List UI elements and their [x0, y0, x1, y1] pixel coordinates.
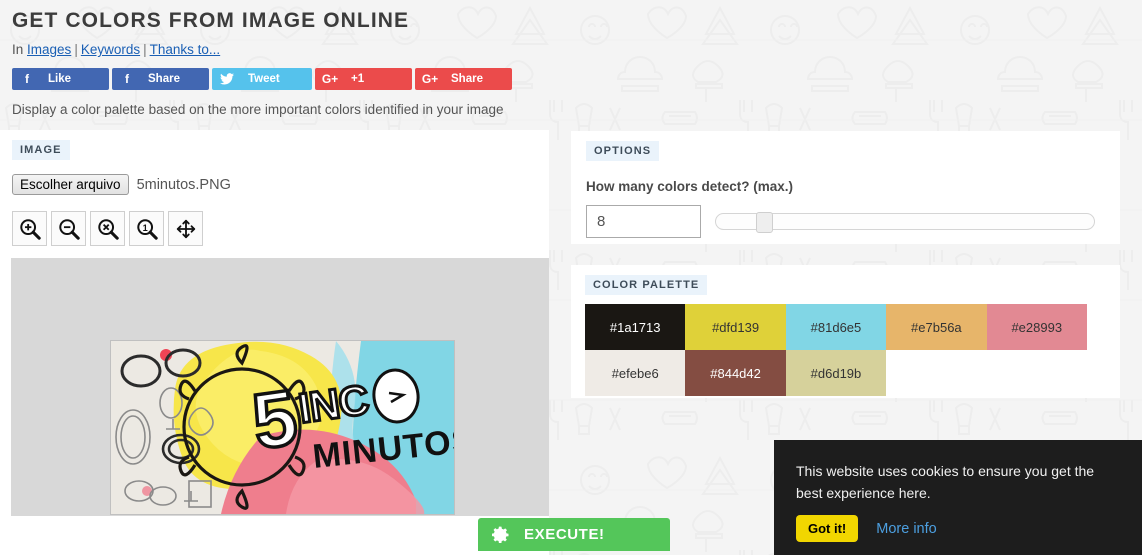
svg-text:1: 1 [142, 222, 147, 232]
google-plus-share-button[interactable]: G+ Share [415, 68, 512, 90]
google-plus-one-label: +1 [351, 73, 365, 85]
social-share-bar: f Like f Share Tweet G+ +1 G+ Share [12, 68, 1130, 90]
options-panel: OPTIONS How many colors detect? (max.) [571, 131, 1120, 244]
breadcrumb-link-images[interactable]: Images [27, 42, 71, 57]
facebook-icon: f [25, 72, 29, 86]
image-preview-canvas[interactable]: 5 INC MINUTOS [11, 258, 549, 516]
image-toolbar: 1 [12, 211, 537, 246]
page-header: GET COLORS FROM IMAGE ONLINE In Images | K… [0, 0, 1142, 117]
breadcrumb-link-keywords[interactable]: Keywords [81, 42, 140, 57]
zoom-actual-size-icon[interactable]: 1 [129, 211, 164, 246]
color-swatch-hex: #d6d19b [810, 365, 862, 381]
color-swatch-hex: #dfd139 [712, 319, 760, 335]
options-panel-badge: OPTIONS [586, 141, 660, 161]
color-swatch-hex: #efebe6 [611, 365, 659, 381]
color-palette-panel: COLOR PALETTE #1a1713 #dfd139 #81d6e5 #e7b5… [571, 265, 1120, 398]
facebook-share-button[interactable]: f Share [112, 68, 209, 90]
breadcrumb-prefix: In [12, 42, 24, 57]
google-plus-icon: G+ [421, 72, 439, 86]
selected-file-name: 5minutos.PNG [136, 176, 231, 193]
cookie-more-info-link[interactable]: More info [876, 521, 936, 537]
facebook-like-button[interactable]: f Like [12, 68, 109, 90]
page-title: GET COLORS FROM IMAGE ONLINE [12, 9, 410, 32]
gear-icon [478, 525, 524, 545]
color-swatch[interactable]: #d6d19b [785, 350, 887, 396]
svg-text:INC: INC [296, 376, 372, 432]
execute-button[interactable]: EXECUTE! [478, 518, 670, 551]
colors-slider-thumb[interactable] [755, 212, 773, 233]
google-plus-share-label: Share [451, 73, 483, 85]
colors-control-row [586, 205, 1105, 238]
color-swatch-hex: #e7b56a [911, 319, 962, 335]
google-plus-icon: G+ [321, 72, 339, 86]
color-swatch[interactable]: #e28993 [986, 304, 1087, 350]
color-swatch-hex: #844d42 [710, 365, 761, 381]
file-upload-row: Escolher arquivo 5minutos.PNG [12, 174, 537, 195]
breadcrumb-separator-1: | [74, 42, 78, 57]
facebook-icon: f [125, 72, 129, 86]
color-swatch-hex: #e28993 [1011, 319, 1063, 335]
page-subtitle: Display a color palette based on the mor… [12, 102, 504, 117]
color-swatch[interactable]: #dfd139 [685, 304, 786, 350]
facebook-like-label: Like [48, 73, 72, 85]
execute-button-label: EXECUTE! [524, 526, 605, 543]
colors-slider[interactable] [715, 212, 1095, 233]
uploaded-image-preview[interactable]: 5 INC MINUTOS [110, 340, 455, 515]
twitter-bird-icon [212, 73, 242, 85]
breadcrumb: In Images | Keywords | Thanks to... [12, 42, 1130, 58]
google-plus-one-button[interactable]: G+ +1 [315, 68, 412, 90]
cookie-message: This website uses cookies to ensure you … [796, 463, 1095, 501]
colors-question-label: How many colors detect? (max.) [586, 179, 794, 194]
colors-number-input[interactable] [586, 205, 701, 238]
color-swatch-hex: #1a1713 [609, 319, 661, 335]
zoom-in-icon[interactable] [12, 211, 47, 246]
color-swatch[interactable]: #e7b56a [886, 304, 987, 350]
breadcrumb-link-thanks-to[interactable]: Thanks to... [150, 42, 221, 57]
color-swatch-grid: #1a1713 #dfd139 #81d6e5 #e7b56a #e28993 #efeb… [585, 304, 1087, 396]
color-swatch[interactable]: #81d6e5 [785, 304, 887, 350]
color-swatch[interactable]: #efebe6 [585, 350, 686, 396]
facebook-share-label: Share [148, 73, 180, 85]
cookie-consent-banner: This website uses cookies to ensure you … [774, 440, 1142, 555]
cookie-actions: Got it! More info [796, 515, 1120, 542]
zoom-reset-icon[interactable] [90, 211, 125, 246]
zoom-out-icon[interactable] [51, 211, 86, 246]
twitter-tweet-button[interactable]: Tweet [212, 68, 312, 90]
choose-file-button[interactable]: Escolher arquivo [12, 174, 129, 195]
image-panel-badge: IMAGE [12, 140, 70, 160]
cookie-accept-button[interactable]: Got it! [796, 515, 859, 542]
palette-panel-badge: COLOR PALETTE [585, 275, 708, 295]
color-swatch[interactable]: #844d42 [685, 350, 786, 396]
twitter-tweet-label: Tweet [248, 73, 280, 85]
move-icon[interactable] [168, 211, 203, 246]
color-swatch-hex: #81d6e5 [810, 319, 862, 335]
breadcrumb-separator-2: | [143, 42, 147, 57]
color-swatch[interactable]: #1a1713 [585, 304, 686, 350]
